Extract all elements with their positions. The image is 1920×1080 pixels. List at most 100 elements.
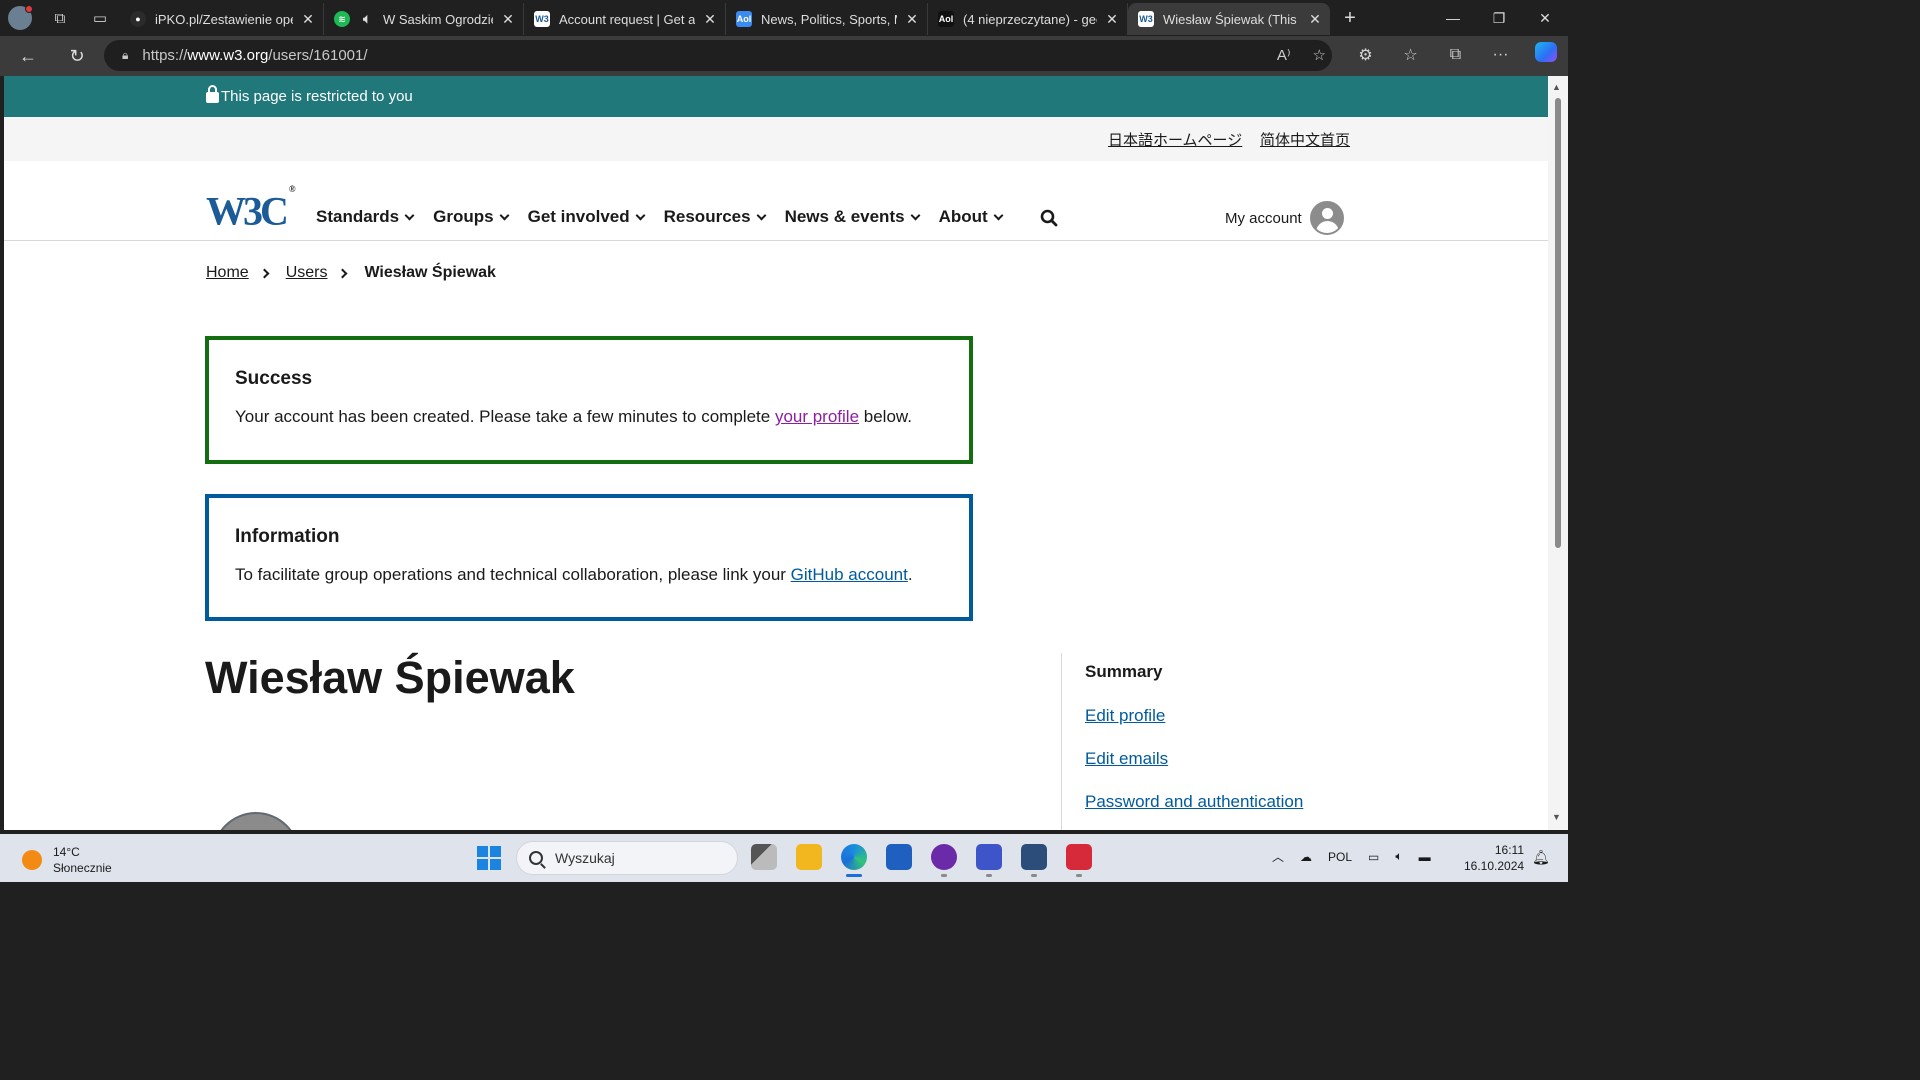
clock-time: 16:11	[1494, 843, 1524, 857]
github-desktop-icon[interactable]	[931, 844, 957, 877]
tab-ipko[interactable]: ● iPKO.pl/Zestawienie opera ✕	[120, 3, 324, 35]
notification-bell-icon[interactable]: 🔔︎	[1532, 849, 1550, 866]
volume-icon[interactable]: 🔈︎	[1395, 849, 1402, 864]
speaker-icon[interactable]: 🔈︎	[359, 11, 375, 27]
spotify-icon: ≋	[334, 11, 350, 27]
lock-icon[interactable]: 🔒︎	[122, 48, 128, 63]
battery-icon[interactable]: ▬	[1419, 850, 1431, 864]
taskbar-search-placeholder: Wyszukaj	[555, 850, 615, 866]
url-field[interactable]: 🔒︎ https://www.w3.org/users/161001/	[104, 40, 1332, 71]
system-tray: ︿ ☁︎ POL ▭ 🔈︎ ▬	[1272, 848, 1447, 865]
tab-aol-mail[interactable]: Aol (4 nieprzeczytane) - geon ✕	[928, 3, 1128, 35]
save-disk-app-icon[interactable]	[976, 844, 1002, 877]
start-button-windows-icon[interactable]	[477, 846, 501, 870]
red-app-icon[interactable]	[1066, 844, 1092, 877]
collections-icon[interactable]: ⧉	[1433, 46, 1478, 64]
taskbar-search[interactable]: Wyszukaj	[516, 841, 738, 875]
favorites-icon[interactable]: ☆	[1388, 45, 1433, 65]
link-japanese-home[interactable]: 日本語ホームページ	[1108, 129, 1242, 150]
weather-widget[interactable]: 14°C Słonecznie	[22, 844, 112, 876]
success-title: Success	[235, 368, 313, 389]
search-icon	[529, 851, 543, 865]
chevron-right-icon	[259, 268, 270, 278]
close-icon[interactable]: ✕	[1306, 11, 1324, 28]
tab-aol-news[interactable]: Aol News, Politics, Sports, Ma ✕	[726, 3, 928, 35]
nav-get-involved[interactable]: Get involved	[528, 207, 646, 227]
page-scrollbar[interactable]: ▲ ▼	[1548, 76, 1568, 830]
nav-resources[interactable]: Resources	[664, 207, 767, 227]
nav-news-events[interactable]: News & events	[785, 207, 921, 227]
edge-icon[interactable]	[841, 844, 867, 877]
virtualbox-icon[interactable]	[1021, 844, 1047, 877]
information-text-before: To facilitate group operations and techn…	[235, 565, 791, 584]
information-text-after: .	[907, 565, 913, 584]
network-icon[interactable]: ▭	[1368, 850, 1379, 864]
w3c-icon: W3	[1138, 11, 1154, 27]
nav-label: Standards	[316, 207, 400, 226]
vertical-tabs-icon[interactable]: ▭	[80, 0, 120, 36]
scroll-down-icon[interactable]: ▼	[1552, 812, 1561, 822]
aol-icon: Aol	[736, 11, 752, 27]
microsoft-store-icon[interactable]	[886, 844, 912, 870]
task-view-icon[interactable]	[751, 844, 777, 870]
tab-account-request[interactable]: W3 Account request | Get an ✕	[524, 3, 726, 35]
w3c-logo[interactable]: W3C ®	[206, 184, 296, 231]
information-text: To facilitate group operations and techn…	[235, 565, 943, 585]
tab-title: Account request | Get an	[559, 11, 695, 27]
success-message: Success Your account has been created. P…	[205, 336, 973, 464]
close-icon[interactable]: ✕	[903, 11, 921, 28]
window-close-icon[interactable]: ✕	[1522, 10, 1568, 27]
weather-condition: Słonecznie	[53, 861, 112, 875]
breadcrumb-home[interactable]: Home	[206, 264, 249, 282]
chevron-up-icon[interactable]: ︿	[1272, 848, 1284, 865]
restore-icon[interactable]: ❐	[1476, 10, 1522, 27]
nav-groups[interactable]: Groups	[433, 207, 510, 227]
input-language[interactable]: POL	[1328, 850, 1352, 864]
scrollbar-thumb[interactable]	[1555, 98, 1561, 548]
clock[interactable]: 16:11 16.10.2024	[1464, 842, 1524, 874]
link-chinese-home[interactable]: 简体中文首页	[1260, 129, 1350, 150]
breadcrumb-users[interactable]: Users	[286, 264, 328, 282]
tab-spotify[interactable]: ≋ 🔈︎ W Saskim Ogrodzie - ✕	[324, 3, 524, 35]
onedrive-cloud-icon[interactable]: ☁︎	[1300, 850, 1312, 864]
success-text-before: Your account has been created. Please ta…	[235, 407, 775, 426]
github-account-link[interactable]: GitHub account	[791, 565, 908, 584]
profile-photo	[212, 812, 300, 830]
close-icon[interactable]: ✕	[1103, 11, 1121, 28]
extensions-icon[interactable]: ⚙︎	[1343, 45, 1388, 65]
minimize-icon[interactable]: —	[1430, 10, 1476, 27]
profile-avatar-icon	[8, 5, 33, 30]
search-icon[interactable]	[1040, 209, 1058, 232]
copilot-icon[interactable]	[1523, 42, 1568, 67]
more-icon[interactable]: ···	[1478, 46, 1523, 64]
profile-button[interactable]	[0, 0, 40, 36]
scroll-up-icon[interactable]: ▲	[1552, 82, 1561, 92]
nav-standards[interactable]: Standards	[316, 207, 415, 227]
new-tab-icon[interactable]: +	[1330, 7, 1370, 30]
edit-profile-link[interactable]: Edit profile	[1085, 706, 1303, 726]
favorite-star-icon[interactable]: ☆	[1313, 46, 1326, 64]
refresh-icon[interactable]: ↻	[56, 46, 98, 67]
sun-icon	[22, 850, 42, 870]
github-icon: ●	[130, 11, 146, 27]
workspaces-icon[interactable]: ⧉	[40, 0, 80, 36]
chevron-down-icon	[756, 210, 767, 220]
nav-label: About	[938, 207, 988, 226]
chevron-down-icon	[993, 210, 1004, 220]
tab-title: W Saskim Ogrodzie -	[383, 11, 493, 27]
nav-about[interactable]: About	[938, 207, 1004, 227]
temperature: 14°C	[53, 845, 80, 859]
edit-emails-link[interactable]: Edit emails	[1085, 749, 1303, 769]
tab-profile-active[interactable]: W3 Wiesław Śpiewak (This pa ✕	[1128, 3, 1330, 35]
back-icon[interactable]: ←	[0, 46, 56, 67]
close-icon[interactable]: ✕	[701, 11, 719, 28]
my-account-link[interactable]: My account	[1225, 201, 1344, 235]
your-profile-link[interactable]: your profile	[775, 407, 859, 426]
page-viewport: This page is restricted to you 日本語ホームページ…	[4, 76, 1548, 830]
close-icon[interactable]: ✕	[299, 11, 317, 28]
sidebar-divider	[1061, 653, 1062, 830]
password-authentication-link[interactable]: Password and authentication	[1085, 792, 1303, 812]
close-icon[interactable]: ✕	[499, 11, 517, 28]
file-explorer-icon[interactable]	[796, 844, 822, 870]
read-aloud-icon[interactable]: A⁾	[1277, 46, 1291, 64]
